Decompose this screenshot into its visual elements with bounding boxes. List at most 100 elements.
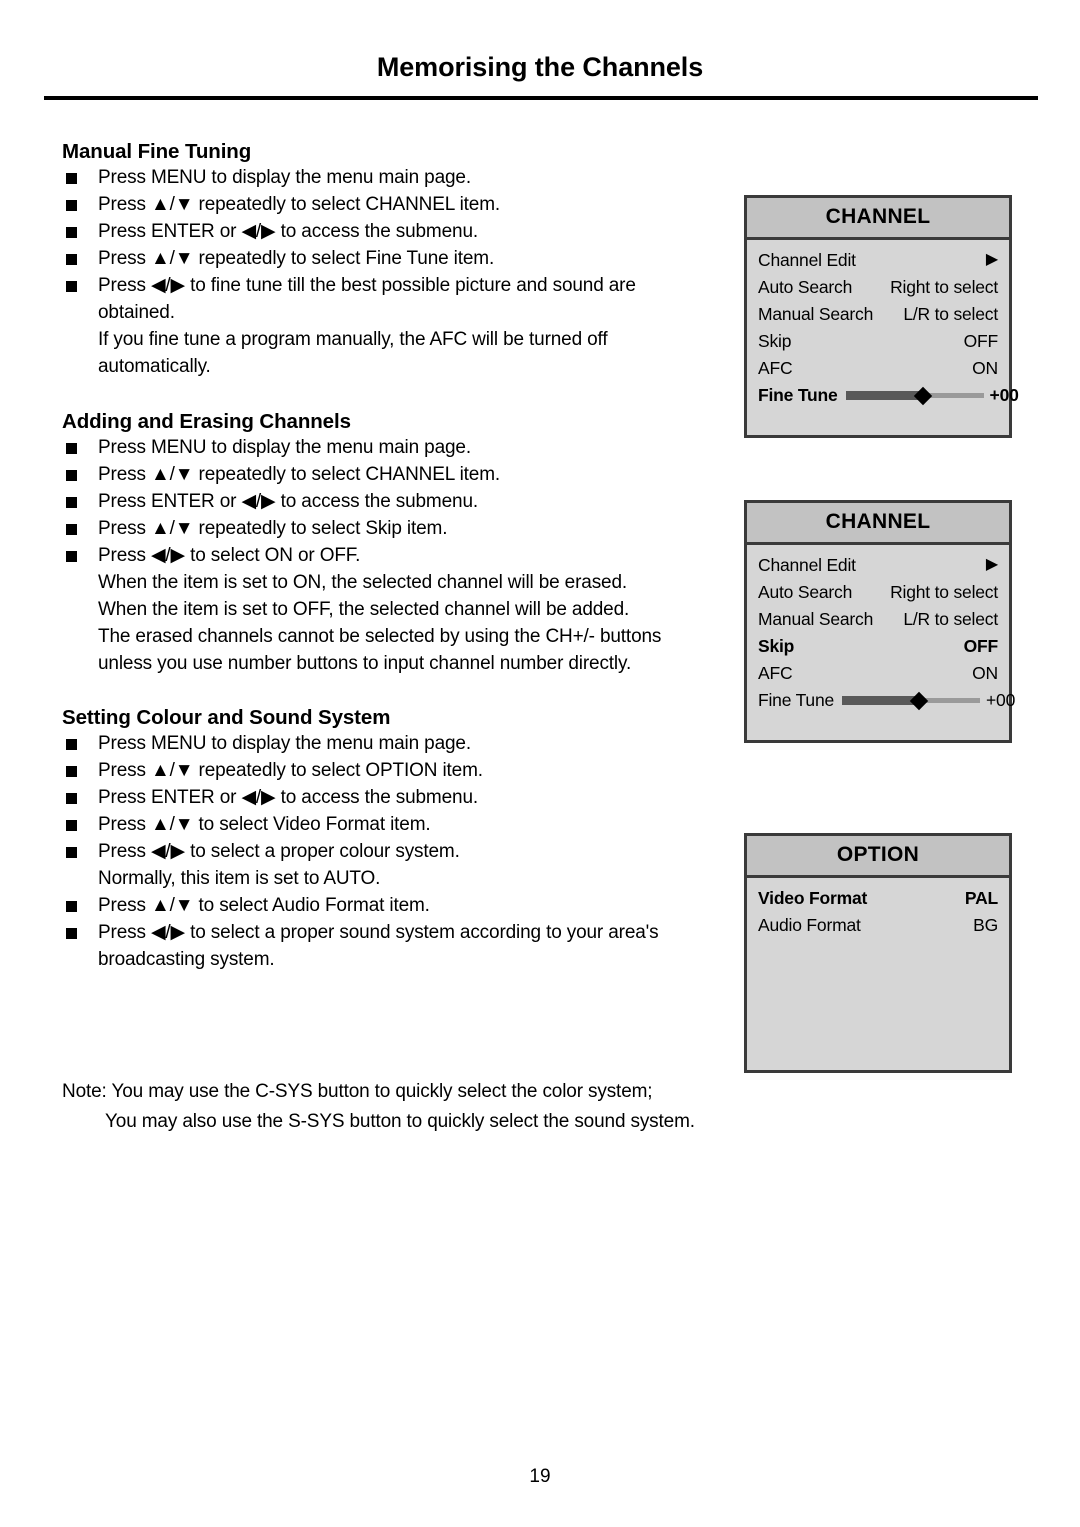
osd-row-skip[interactable]: Skip OFF xyxy=(758,328,998,355)
list-item-text: Press ◀/▶ to fine tune till the best pos… xyxy=(98,275,636,296)
list-item-text: Press ▲/▼ repeatedly to select Fine Tune… xyxy=(98,248,495,269)
osd-row-value: OFF xyxy=(963,636,999,656)
osd-row-auto-search[interactable]: Auto Search Right to select xyxy=(758,579,998,606)
list-item: Press MENU to display the menu main page… xyxy=(62,730,722,757)
list-item: Press ENTER or ◀/▶ to access the submenu… xyxy=(62,784,722,811)
bullet-square-icon xyxy=(66,766,77,777)
osd-row-value: OFF xyxy=(963,331,999,351)
bullet-square-icon xyxy=(66,524,77,535)
note-line-2: You may also use the S-SYS button to qui… xyxy=(105,1111,695,1132)
list-item-text: Press ◀/▶ to select ON or OFF. xyxy=(98,545,361,566)
list-item: Press ▲/▼ repeatedly to select CHANNEL i… xyxy=(62,191,722,218)
osd-rows: Channel Edit ▶ Auto Search Right to sele… xyxy=(747,240,1019,409)
list-item: Press ▲/▼ repeatedly to select CHANNEL i… xyxy=(62,461,722,488)
osd-row-manual-search[interactable]: Manual Search L/R to select xyxy=(758,606,998,633)
osd-row-skip[interactable]: Skip OFF xyxy=(758,633,998,660)
list-item-continuation: When the item is set to ON, the selected… xyxy=(98,572,628,593)
osd-row-label: Fine Tune xyxy=(758,385,838,405)
chevron-right-icon: ▶ xyxy=(985,555,998,573)
list-item: Press MENU to display the menu main page… xyxy=(62,164,722,191)
page-number: 19 xyxy=(529,1466,551,1487)
osd-row-channel-edit[interactable]: Channel Edit ▶ xyxy=(758,552,998,579)
list-item-text: Press ▲/▼ repeatedly to select CHANNEL i… xyxy=(98,464,501,485)
bullet-square-icon xyxy=(66,847,77,858)
bullet-square-icon xyxy=(66,227,77,238)
osd-row-value: ON xyxy=(972,663,998,683)
osd-row-value: +00 xyxy=(989,385,1019,405)
slider-handle-diamond-icon[interactable] xyxy=(913,386,933,405)
osd-row-label: Manual Search xyxy=(758,304,874,324)
section-heading: Manual Fine Tuning xyxy=(62,140,252,163)
note-block: Note: You may use the C-SYS button to qu… xyxy=(62,1077,782,1137)
note-line-1: Note: You may use the C-SYS button to qu… xyxy=(62,1081,653,1102)
osd-row-audio-format[interactable]: Audio Format BG xyxy=(758,912,998,939)
section-heading: Setting Colour and Sound System xyxy=(62,706,391,729)
osd-row-afc[interactable]: AFC ON xyxy=(758,660,998,687)
osd-row-label: Channel Edit xyxy=(758,555,856,575)
fine-tune-slider[interactable] xyxy=(842,687,981,714)
list-item-text: Press MENU to display the menu main page… xyxy=(98,733,471,754)
osd-row-label: Channel Edit xyxy=(758,250,856,270)
list-item: Press ◀/▶ to fine tune till the best pos… xyxy=(62,272,722,299)
osd-title: CHANNEL xyxy=(747,198,1009,240)
osd-row-auto-search[interactable]: Auto Search Right to select xyxy=(758,274,998,301)
list-item-text: Press ENTER or ◀/▶ to access the submenu… xyxy=(98,221,478,242)
osd-row-channel-edit[interactable]: Channel Edit ▶ xyxy=(758,247,998,274)
osd-channel-skip: CHANNEL Channel Edit ▶ Auto Search Right… xyxy=(744,500,1015,743)
osd-title: CHANNEL xyxy=(747,503,1009,545)
instruction-list: Press MENU to display the menu main page… xyxy=(62,164,722,380)
list-item-text: Press MENU to display the menu main page… xyxy=(98,437,471,458)
osd-row-manual-search[interactable]: Manual Search L/R to select xyxy=(758,301,998,328)
bullet-square-icon xyxy=(66,254,77,265)
osd-row-value: PAL xyxy=(964,888,998,908)
fine-tune-slider[interactable] xyxy=(845,382,984,409)
osd-row-afc[interactable]: AFC ON xyxy=(758,355,998,382)
osd-row-value: L/R to select xyxy=(903,304,998,324)
list-item-text: Press ▲/▼ to select Audio Format item. xyxy=(98,895,430,916)
bullet-square-icon xyxy=(66,443,77,454)
chevron-right-icon: ▶ xyxy=(985,250,998,268)
osd-rows: Video Format PAL Audio Format BG xyxy=(747,878,1009,939)
list-item: Press ▲/▼ to select Video Format item. xyxy=(62,811,722,838)
bullet-square-icon xyxy=(66,928,77,939)
list-item-continuation: Normally, this item is set to AUTO. xyxy=(98,868,381,889)
bullet-square-icon xyxy=(66,793,77,804)
list-item-text: Press ◀/▶ to select a proper colour syst… xyxy=(98,841,460,862)
osd-row-value: ON xyxy=(972,358,998,378)
body-content: Manual Fine Tuning Press MENU to display… xyxy=(62,140,722,973)
osd-row-value: Right to select xyxy=(890,277,998,297)
page-title: Memorising the Channels xyxy=(376,52,704,82)
osd-row-label: Audio Format xyxy=(758,915,861,935)
list-item: Press ◀/▶ to select a proper sound syste… xyxy=(62,919,722,946)
list-item-continuation: unless you use number buttons to input c… xyxy=(98,653,632,674)
slider-handle-diamond-icon[interactable] xyxy=(910,691,929,710)
instruction-list: Press MENU to display the menu main page… xyxy=(62,434,722,677)
osd-row-video-format[interactable]: Video Format PAL xyxy=(758,885,998,912)
osd-row-value: Right to select xyxy=(890,582,998,602)
bullet-square-icon xyxy=(66,820,77,831)
list-item-continuation: broadcasting system. xyxy=(98,949,275,970)
bullet-square-icon xyxy=(66,551,77,562)
list-item-continuation: obtained. xyxy=(98,302,175,323)
osd-row-label: Auto Search xyxy=(758,277,853,297)
osd-row-fine-tune[interactable]: Fine Tune +00 xyxy=(758,382,1019,409)
list-item: Press ENTER or ◀/▶ to access the submenu… xyxy=(62,218,722,245)
osd-row-fine-tune[interactable]: Fine Tune +00 xyxy=(758,687,1015,714)
osd-title: OPTION xyxy=(747,836,1009,878)
list-item: Press ◀/▶ to select ON or OFF. xyxy=(62,542,722,569)
osd-option: OPTION Video Format PAL Audio Format BG xyxy=(744,833,1012,1073)
section-adding-erasing-channels: Adding and Erasing Channels Press MENU t… xyxy=(62,410,722,677)
list-item-text: Press ◀/▶ to select a proper sound syste… xyxy=(98,922,659,943)
osd-row-value: +00 xyxy=(986,690,1016,710)
slider-track xyxy=(842,691,981,710)
list-item-text: Press ▲/▼ repeatedly to select CHANNEL i… xyxy=(98,194,501,215)
list-item: Press ◀/▶ to select a proper colour syst… xyxy=(62,838,722,865)
list-item-continuation: automatically. xyxy=(98,356,211,377)
bullet-square-icon xyxy=(66,901,77,912)
slider-fill xyxy=(842,696,920,705)
osd-row-value: BG xyxy=(973,915,998,935)
bullet-square-icon xyxy=(66,739,77,750)
list-item-text: Press ▲/▼ repeatedly to select OPTION it… xyxy=(98,760,483,781)
list-item: Press ▲/▼ repeatedly to select Fine Tune… xyxy=(62,245,722,272)
list-item-text: Press ▲/▼ to select Video Format item. xyxy=(98,814,431,835)
